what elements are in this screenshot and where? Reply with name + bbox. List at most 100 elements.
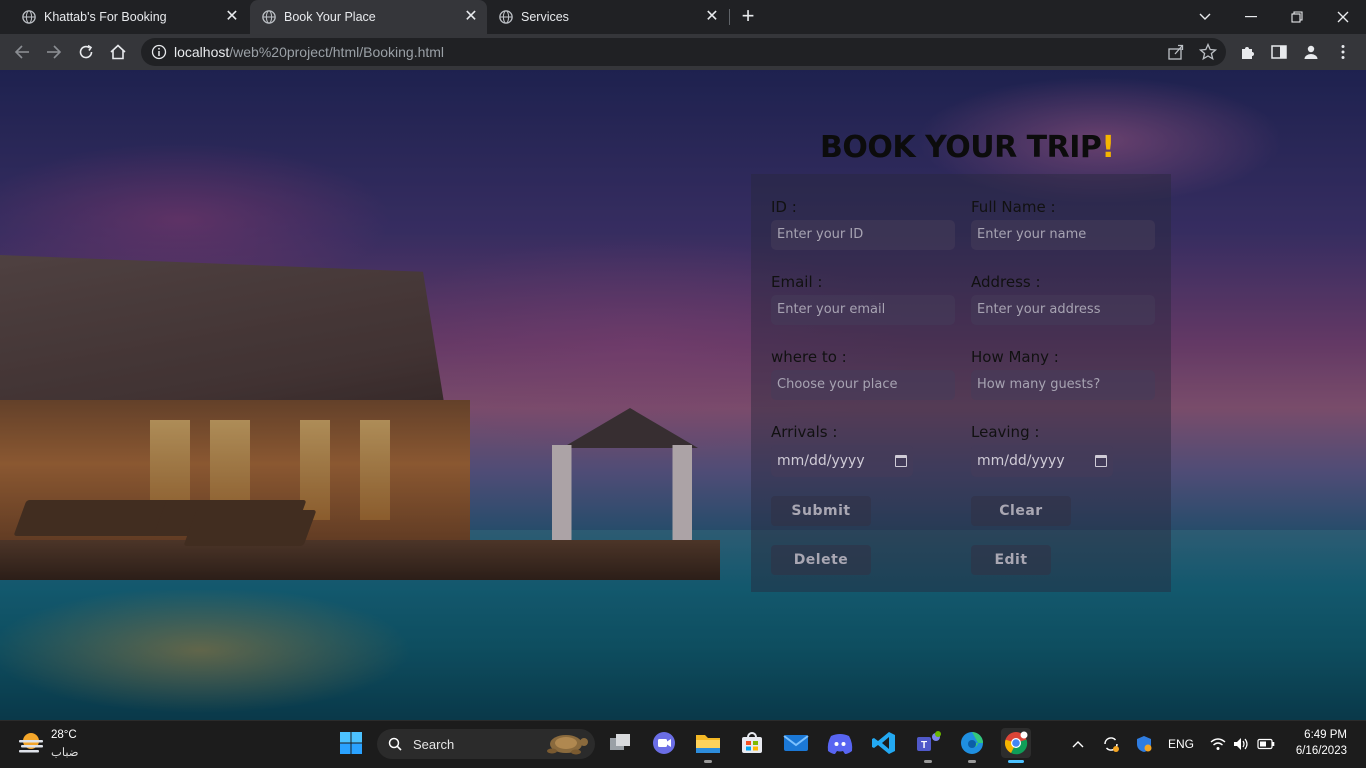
globe-icon xyxy=(22,10,36,24)
taskbar-edge[interactable] xyxy=(957,728,987,758)
side-panel-icon[interactable] xyxy=(1270,43,1288,61)
battery-tray[interactable] xyxy=(1256,736,1276,752)
home-icon xyxy=(110,44,126,60)
minimize-button[interactable] xyxy=(1228,0,1274,34)
full-name-input[interactable]: Enter your name xyxy=(971,220,1155,250)
tab-title: Book Your Place xyxy=(284,10,376,24)
tab-book-your-place[interactable]: Book Your Place ✕ xyxy=(250,0,487,34)
email-label: Email : xyxy=(771,273,823,291)
tab-search-button[interactable] xyxy=(1182,0,1228,34)
security-tray[interactable] xyxy=(1134,736,1154,752)
show-hidden-icons-button[interactable] xyxy=(1070,736,1086,752)
close-icon[interactable]: ✕ xyxy=(704,9,720,25)
more-menu-icon[interactable] xyxy=(1334,43,1352,61)
weather-temperature: 28°C xyxy=(51,729,77,741)
search-icon xyxy=(388,737,402,751)
bookmark-star-icon[interactable] xyxy=(1199,43,1217,61)
weather-fog-icon[interactable] xyxy=(18,731,44,755)
shield-icon xyxy=(1137,736,1152,752)
info-icon[interactable] xyxy=(151,44,167,60)
url-text: localhost/web%20project/html/Booking.htm… xyxy=(174,44,444,60)
turtle-search-highlight-icon xyxy=(547,735,588,755)
where-to-input[interactable]: Choose your place xyxy=(771,370,955,400)
leaving-date-input[interactable]: mm/dd/yyyy xyxy=(971,445,1113,477)
input-language[interactable]: ENG xyxy=(1166,736,1196,752)
calendar-icon[interactable] xyxy=(1095,455,1107,467)
how-many-field-group: How Many : How many guests? xyxy=(971,344,1155,400)
globe-icon xyxy=(499,10,513,24)
globe-icon xyxy=(262,10,276,24)
taskbar-mail[interactable] xyxy=(781,728,811,758)
submit-button[interactable]: Submit xyxy=(771,496,871,526)
where-to-field-group: where to : Choose your place xyxy=(771,344,955,400)
email-field-group: Email : Enter your email xyxy=(771,269,955,325)
delete-button[interactable]: Delete xyxy=(771,545,871,575)
taskbar-teams[interactable]: T xyxy=(913,728,943,758)
full-name-field-group: Full Name : Enter your name xyxy=(971,194,1155,250)
leaving-field-group: Leaving : mm/dd/yyyy xyxy=(971,419,1155,477)
tab-khattabs-for-booking[interactable]: Khattab's For Booking ✕ xyxy=(0,0,248,34)
taskbar-file-explorer[interactable] xyxy=(693,728,723,758)
clear-button[interactable]: Clear xyxy=(971,496,1071,526)
volume-tray[interactable] xyxy=(1232,736,1250,752)
start-button[interactable] xyxy=(336,728,366,758)
extensions-puzzle-icon[interactable] xyxy=(1239,43,1257,61)
wifi-icon xyxy=(1210,738,1226,750)
close-window-button[interactable] xyxy=(1320,0,1366,34)
calendar-icon[interactable] xyxy=(895,455,907,467)
browser-toolbar: localhost/web%20project/html/Booking.htm… xyxy=(0,34,1366,70)
taskbar-meet[interactable] xyxy=(649,728,679,758)
profile-avatar-icon[interactable] xyxy=(1302,43,1320,61)
leaving-date-value: mm/dd/yyyy xyxy=(977,453,1065,469)
edit-button[interactable]: Edit xyxy=(971,545,1051,575)
taskbar-microsoft-store[interactable] xyxy=(737,728,767,758)
folder-icon xyxy=(696,735,720,753)
url-host: localhost xyxy=(174,44,230,60)
chevron-down-icon xyxy=(1199,13,1211,20)
arrivals-date-input[interactable]: mm/dd/yyyy xyxy=(771,445,913,477)
weather-description: ضباب xyxy=(51,747,79,759)
reload-button[interactable] xyxy=(74,40,98,64)
taskbar-vscode[interactable] xyxy=(869,728,899,758)
network-tray[interactable] xyxy=(1209,736,1227,752)
close-icon[interactable]: ✕ xyxy=(463,9,479,25)
restore-button[interactable] xyxy=(1274,0,1320,34)
email-input[interactable]: Enter your email xyxy=(771,295,955,325)
arrivals-label: Arrivals : xyxy=(771,423,838,441)
full-name-label: Full Name : xyxy=(971,198,1056,216)
taskbar-discord[interactable] xyxy=(825,728,855,758)
taskbar-chrome[interactable] xyxy=(1001,728,1031,758)
booking-page: BOOK YOUR TRIP! ID : Enter your ID Full … xyxy=(0,70,1366,720)
how-many-label: How Many : xyxy=(971,348,1059,366)
clock-date[interactable]: 6/16/2023 xyxy=(1284,745,1347,757)
forward-button[interactable] xyxy=(42,40,66,64)
discord-icon xyxy=(827,734,853,754)
address-field-group: Address : Enter your address xyxy=(971,269,1155,325)
address-input[interactable]: Enter your address xyxy=(971,295,1155,325)
back-button[interactable] xyxy=(10,40,34,64)
how-many-input[interactable]: How many guests? xyxy=(971,370,1155,400)
address-bar[interactable]: localhost/web%20project/html/Booking.htm… xyxy=(141,38,1226,66)
tab-services[interactable]: Services ✕ xyxy=(488,0,728,34)
taskbar-task-view[interactable] xyxy=(605,728,635,758)
id-input[interactable]: Enter your ID xyxy=(771,220,955,250)
sync-tray[interactable] xyxy=(1101,736,1121,752)
tab-title: Services xyxy=(521,10,569,24)
arrow-left-icon xyxy=(14,45,29,59)
new-tab-button[interactable]: + xyxy=(737,5,759,28)
close-icon xyxy=(1337,11,1349,23)
share-icon[interactable] xyxy=(1167,43,1185,61)
close-icon[interactable]: ✕ xyxy=(224,9,240,25)
restore-icon xyxy=(1291,11,1303,23)
mail-icon xyxy=(783,735,809,751)
page-title: BOOK YOUR TRIP! xyxy=(0,130,1366,165)
where-to-label: where to : xyxy=(771,348,847,366)
running-indicator xyxy=(968,760,976,763)
task-view-icon xyxy=(610,734,630,750)
chrome-icon xyxy=(1004,731,1028,755)
clock-time[interactable]: 6:49 PM xyxy=(1299,729,1347,741)
running-indicator xyxy=(924,760,932,763)
home-button[interactable] xyxy=(106,40,130,64)
vscode-icon xyxy=(872,732,895,754)
browser-tab-strip: Khattab's For Booking ✕ Book Your Place … xyxy=(0,0,1366,34)
